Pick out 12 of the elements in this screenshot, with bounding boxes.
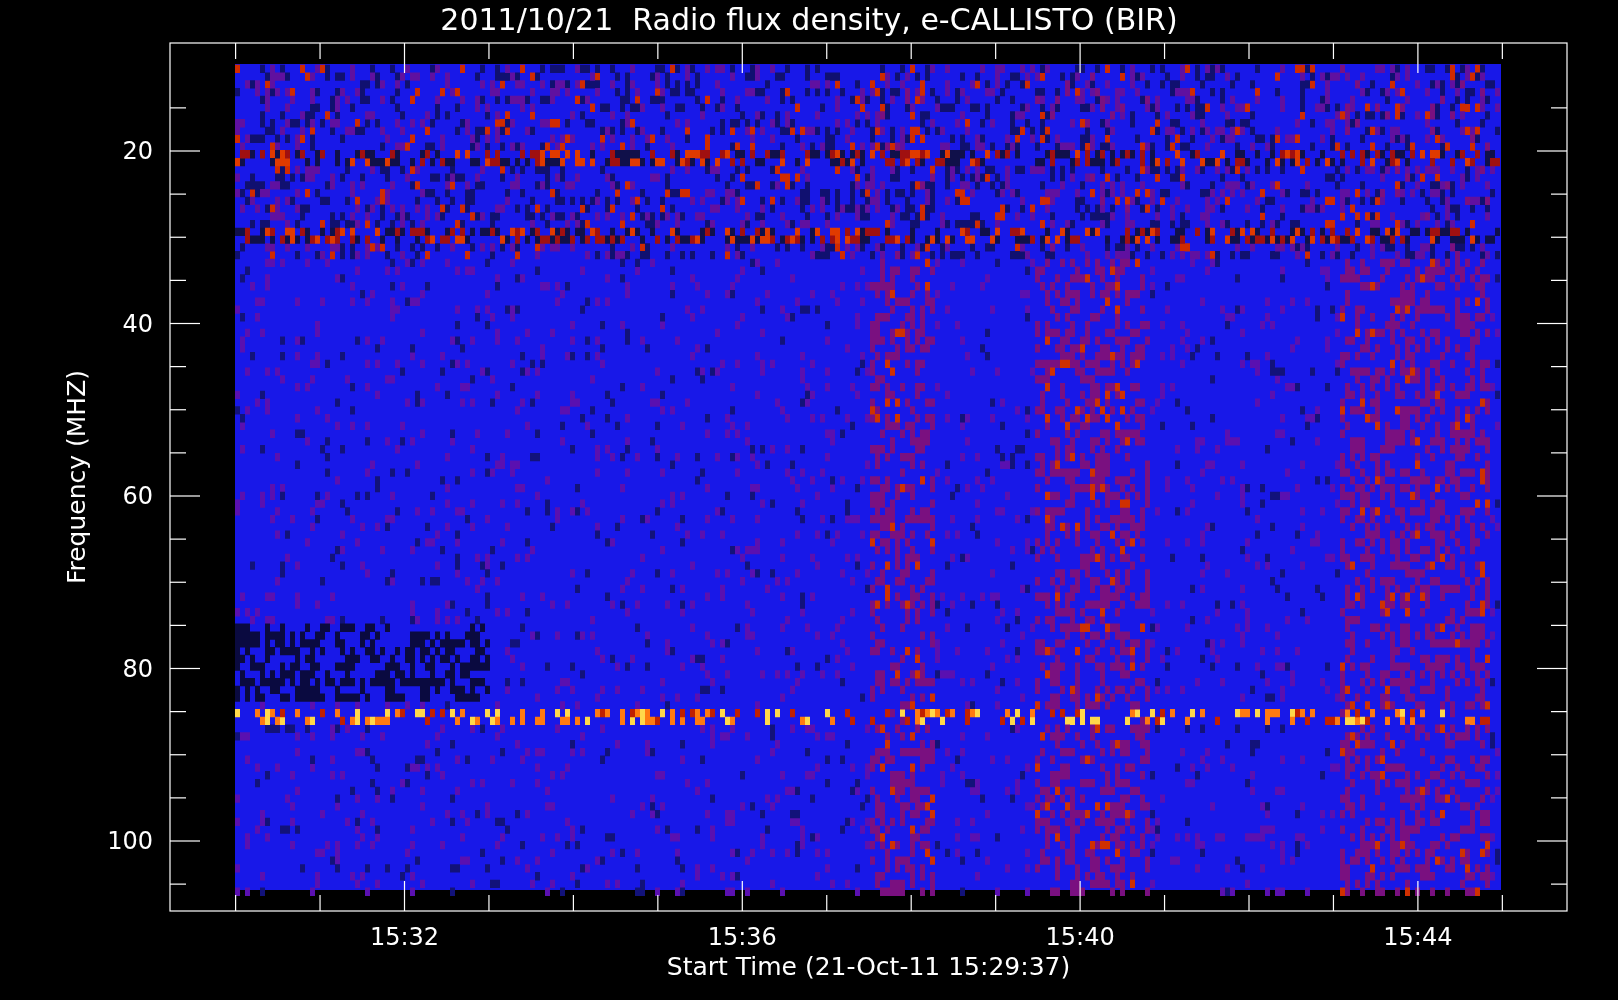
x-tick-label: 15:44 (1383, 923, 1453, 951)
y-tick-label: 60 (122, 482, 153, 510)
x-tick-label: 15:32 (369, 923, 440, 951)
y-tick-label: 100 (107, 827, 153, 855)
chart-title: 2011/10/21 Radio flux density, e-CALLISTO (BIR) (440, 1, 1178, 39)
y-tick-label: 80 (122, 654, 153, 683)
x-axis-label: Start Time (21-Oct-11 15:29:37) (666, 952, 1071, 981)
x-tick-label: 15:36 (707, 923, 777, 951)
x-tick-label: 15:40 (1045, 923, 1115, 951)
y-axis-label: Frequency (MHZ) (62, 369, 91, 585)
y-tick-label: 40 (122, 309, 153, 338)
y-tick-label: 20 (122, 137, 153, 165)
